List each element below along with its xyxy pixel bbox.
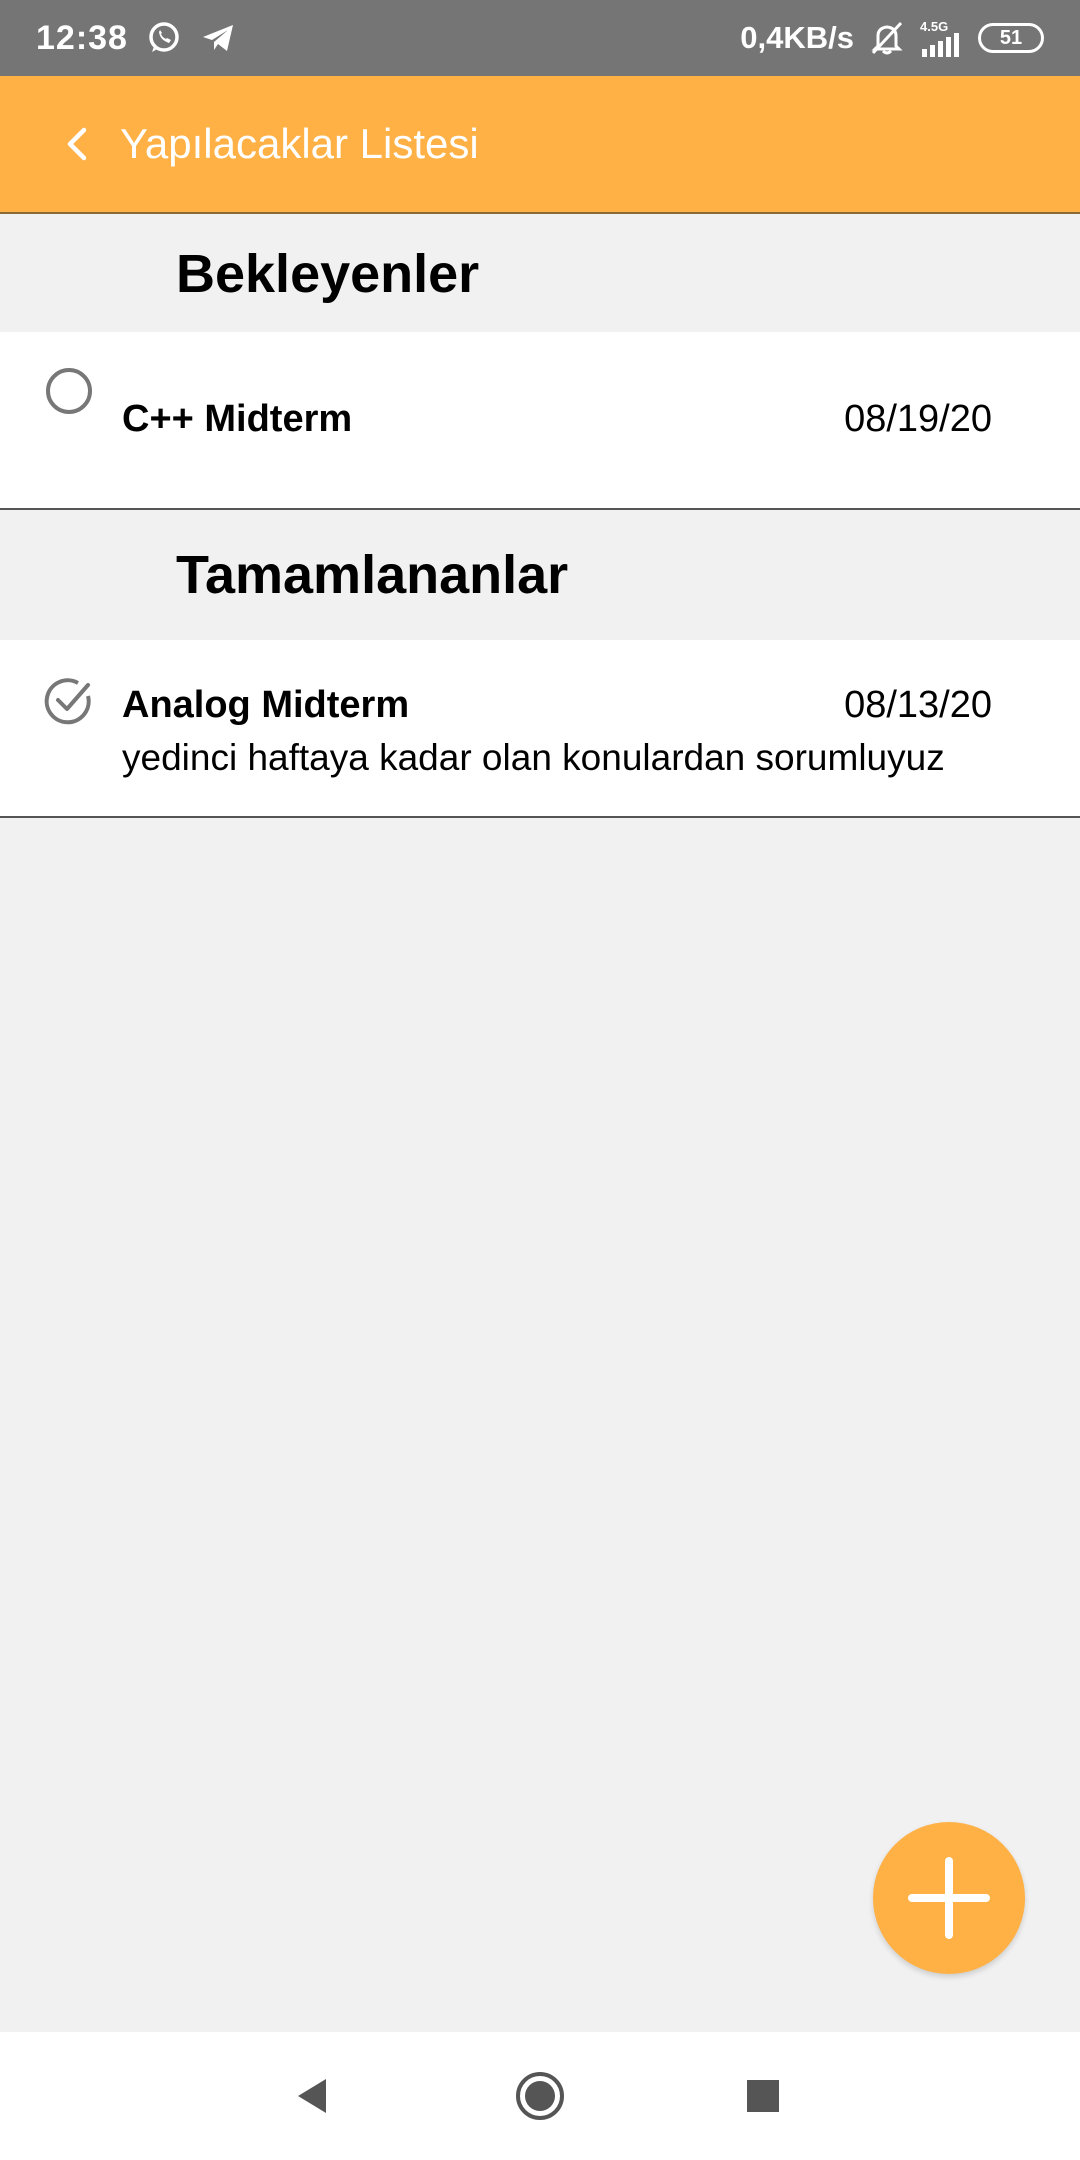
item-title: Analog Midterm bbox=[122, 684, 410, 726]
item-title: C++ Midterm bbox=[122, 398, 353, 440]
section-header-completed: Tamamlananlar bbox=[0, 510, 1080, 640]
recents-square-icon bbox=[747, 2080, 779, 2112]
telegram-icon bbox=[200, 20, 236, 56]
list-item[interactable]: C++ Midterm 08/19/20 bbox=[0, 332, 1080, 510]
unchecked-circle-icon[interactable] bbox=[44, 366, 94, 416]
list-item[interactable]: Analog Midterm 08/13/20 yedinci haftaya … bbox=[0, 640, 1080, 818]
network-speed: 0,4KB/s bbox=[740, 20, 854, 55]
nav-home-button[interactable] bbox=[480, 2032, 600, 2160]
battery-level: 51 bbox=[999, 26, 1023, 49]
item-date: 08/19/20 bbox=[844, 398, 992, 440]
plus-icon bbox=[908, 1857, 990, 1939]
mute-icon bbox=[868, 20, 906, 56]
status-time: 12:38 bbox=[36, 18, 128, 57]
whatsapp-icon bbox=[146, 20, 182, 56]
signal-icon: 4.5G bbox=[920, 20, 964, 57]
checked-circle-icon[interactable] bbox=[44, 676, 94, 726]
section-header-pending: Bekleyenler bbox=[0, 216, 1080, 332]
status-bar: 12:38 0,4KB/s 4.5G 51 bbox=[0, 0, 1080, 76]
nav-back-button[interactable] bbox=[252, 2032, 372, 2160]
battery-icon: 51 bbox=[978, 23, 1044, 53]
home-circle-icon bbox=[516, 2072, 564, 2120]
network-type: 4.5G bbox=[920, 18, 949, 34]
chevron-left-icon bbox=[67, 127, 87, 161]
item-date: 08/13/20 bbox=[844, 684, 992, 726]
navigation-bar bbox=[0, 2032, 1080, 2160]
back-button[interactable] bbox=[38, 104, 118, 184]
page-title: Yapılacaklar Listesi bbox=[120, 120, 479, 167]
add-task-button[interactable] bbox=[873, 1822, 1025, 1974]
nav-recents-button[interactable] bbox=[703, 2032, 823, 2160]
app-bar: Yapılacaklar Listesi bbox=[0, 76, 1080, 214]
item-description: yedinci haftaya kadar olan konulardan so… bbox=[122, 737, 945, 778]
back-triangle-icon bbox=[298, 2079, 326, 2113]
